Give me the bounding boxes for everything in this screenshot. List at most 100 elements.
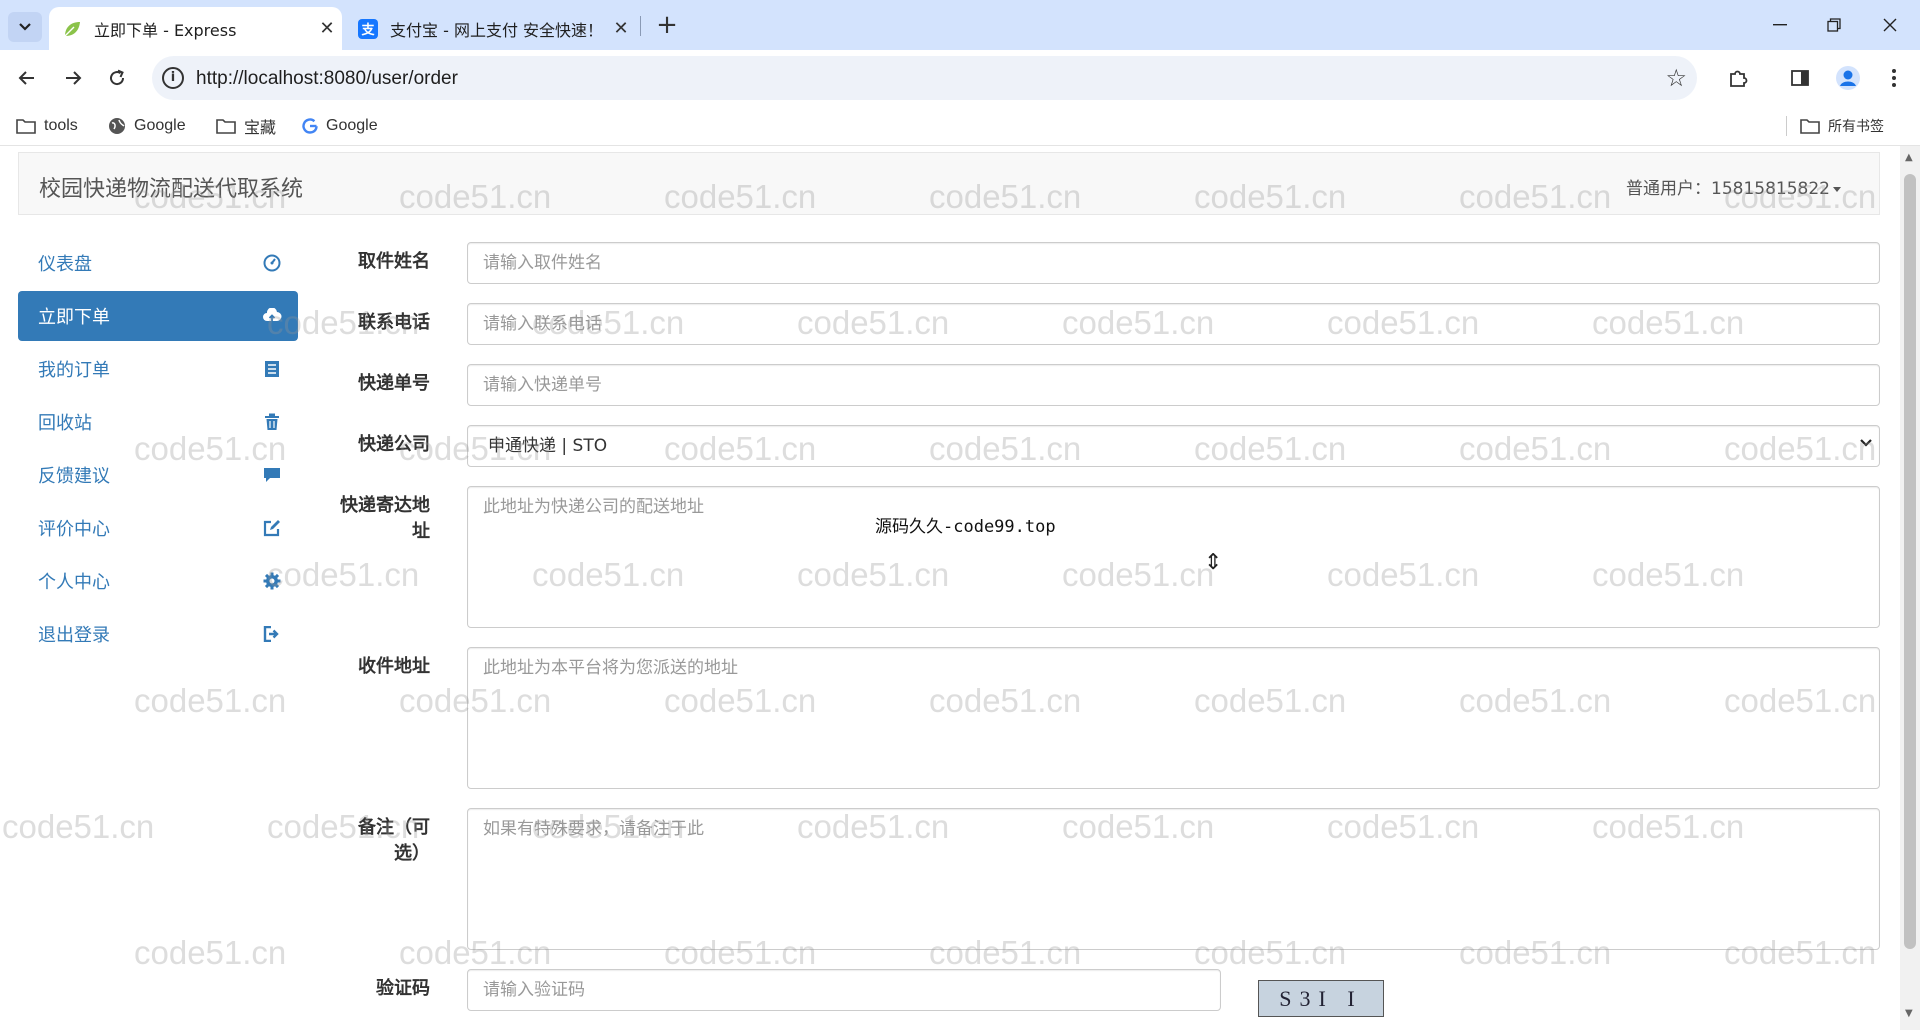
sidebar-item-label: 我的订单 [38, 360, 110, 381]
close-window-icon[interactable] [1862, 0, 1918, 50]
captcha-label: 验证码 [376, 978, 430, 999]
bookmark-label: tools [44, 117, 78, 134]
bookmark-label: Google [134, 117, 186, 134]
svg-text:支: 支 [360, 22, 375, 38]
logout-icon [262, 624, 282, 644]
label-line: 备注（可 [358, 817, 430, 838]
sidebar-item-reviews[interactable]: 评价中心 [18, 503, 298, 553]
phone-input[interactable] [467, 303, 1880, 345]
bookmark-treasure[interactable]: 宝藏 [216, 114, 276, 138]
company-label: 快递公司 [358, 434, 430, 455]
trash-icon [262, 412, 282, 432]
close-tab-icon[interactable]: ✕ [312, 18, 342, 39]
bookmark-tools[interactable]: tools [16, 114, 78, 138]
alipay-icon: 支 [358, 18, 378, 39]
captcha-input[interactable] [467, 969, 1221, 1011]
bookmark-google-2[interactable]: Google [302, 114, 378, 138]
sidebar-item-label: 仪表盘 [38, 254, 92, 275]
browser-tab-strip: 立即下单 - Express ✕ 支 支付宝 - 网上支付 安全快速！ ✕ + [0, 0, 1920, 50]
scrollbar-thumb[interactable] [1904, 174, 1916, 949]
receive-address-label: 收件地址 [358, 656, 430, 677]
page-scrollbar[interactable]: ▲ ▼ [1900, 146, 1920, 1030]
bookmark-google[interactable]: Google [108, 114, 186, 138]
url-text[interactable]: http://localhost:8080/user/order [196, 68, 458, 90]
user-phone: 15815815822 [1711, 179, 1830, 199]
delivery-address-label: 快递寄达地 址 [290, 493, 430, 545]
tab-separator [640, 16, 641, 36]
sidebar-item-feedback[interactable]: 反馈建议 [18, 450, 298, 500]
captcha-text: S3I I [1279, 985, 1363, 1011]
receive-address-textarea[interactable] [467, 647, 1880, 789]
close-tab-icon[interactable]: ✕ [606, 18, 636, 39]
scroll-down-icon[interactable]: ▼ [1905, 1008, 1913, 1019]
top-navbar: 校园快递物流配送代取系统 普通用户：15815815822 [18, 152, 1880, 215]
tab-alipay[interactable]: 支 支付宝 - 网上支付 安全快速！ ✕ [346, 7, 636, 50]
edit-icon [262, 518, 282, 538]
sidebar-item-recycle-bin[interactable]: 回收站 [18, 397, 298, 447]
sidebar-item-order-now[interactable]: 立即下单 [18, 291, 298, 341]
bookmark-label: 宝藏 [244, 120, 277, 137]
comment-icon [262, 465, 282, 485]
watermark: code51.cn [134, 934, 287, 971]
bookmarks-bar: tools Google 宝藏 Google 所有书签 [0, 106, 1920, 146]
page-content: 校园快递物流配送代取系统 普通用户：15815815822 仪表盘 立即下单 我… [0, 146, 1900, 1030]
extensions-icon[interactable] [1722, 62, 1754, 94]
brand-title[interactable]: 校园快递物流配送代取系统 [39, 171, 303, 203]
tab-search-button[interactable] [8, 12, 42, 42]
sidebar-item-dashboard[interactable]: 仪表盘 [18, 238, 298, 288]
leaf-icon [62, 19, 82, 39]
reload-icon[interactable] [100, 61, 134, 95]
tab-order[interactable]: 立即下单 - Express ✕ [49, 7, 342, 50]
remark-label: 备注（可 选） [290, 815, 430, 867]
globe-icon [108, 117, 126, 135]
courier-company-select[interactable]: 申通快递 | STO [467, 425, 1880, 467]
cog-icon [262, 571, 282, 591]
captcha-image[interactable]: S3I I [1258, 980, 1384, 1017]
star-icon[interactable]: ☆ [1665, 64, 1687, 92]
pickup-name-input[interactable] [467, 242, 1880, 284]
sidebar-item-profile[interactable]: 个人中心 [18, 556, 298, 606]
back-arrow-icon[interactable] [10, 61, 44, 95]
sidebar-item-label: 回收站 [38, 413, 92, 434]
all-bookmarks-label: 所有书签 [1828, 118, 1884, 134]
profile-avatar-icon[interactable] [1832, 62, 1864, 94]
new-tab-button[interactable]: + [650, 10, 684, 40]
sidebar-item-logout[interactable]: 退出登录 [18, 609, 298, 659]
watermark: code51.cn [134, 682, 287, 719]
scroll-up-icon[interactable]: ▲ [1905, 152, 1913, 163]
sidebar-item-label: 评价中心 [38, 519, 110, 540]
overlay-source-text: 源码久久-code99.top [875, 517, 1056, 537]
sidebar-nav: 仪表盘 立即下单 我的订单 回收站 反馈建议 评价中心 个人中心 退出登录 [18, 238, 298, 662]
user-role-label: 普通用户： [1626, 179, 1712, 199]
resize-cursor-icon: ⇕ [1204, 550, 1223, 575]
sidebar-item-label: 退出登录 [38, 625, 110, 646]
address-bar[interactable]: i http://localhost:8080/user/order ☆ [152, 56, 1697, 100]
side-panel-icon[interactable] [1784, 62, 1816, 94]
tracking-label: 快递单号 [358, 373, 430, 394]
folder-icon [1800, 118, 1820, 134]
name-label: 取件姓名 [358, 251, 430, 272]
more-menu-icon[interactable] [1878, 62, 1910, 94]
sidebar-item-label: 个人中心 [38, 572, 110, 593]
forward-arrow-icon[interactable] [56, 61, 90, 95]
tab-title: 支付宝 - 网上支付 安全快速！ [390, 20, 604, 40]
user-dropdown[interactable]: 普通用户：15815815822 [1626, 174, 1841, 199]
watermark: code51.cn [2, 808, 155, 845]
info-icon[interactable]: i [162, 67, 184, 89]
browser-toolbar: i http://localhost:8080/user/order ☆ [0, 50, 1920, 106]
restore-icon[interactable] [1806, 0, 1862, 50]
bookmark-label: Google [326, 117, 378, 134]
chevron-down-icon [19, 23, 31, 31]
delivery-address-textarea[interactable] [467, 486, 1880, 628]
sidebar-item-my-orders[interactable]: 我的订单 [18, 344, 298, 394]
cloud-upload-icon [262, 306, 282, 326]
tab-title: 立即下单 - Express [94, 20, 237, 40]
sidebar-item-label: 反馈建议 [38, 466, 110, 487]
remark-textarea[interactable] [467, 808, 1880, 950]
label-line: 快递寄达地 [340, 495, 430, 516]
tracking-number-input[interactable] [467, 364, 1880, 406]
list-icon [262, 359, 282, 379]
all-bookmarks[interactable]: 所有书签 [1786, 114, 1884, 138]
phone-label: 联系电话 [358, 312, 430, 333]
minimize-icon[interactable] [1752, 0, 1808, 50]
